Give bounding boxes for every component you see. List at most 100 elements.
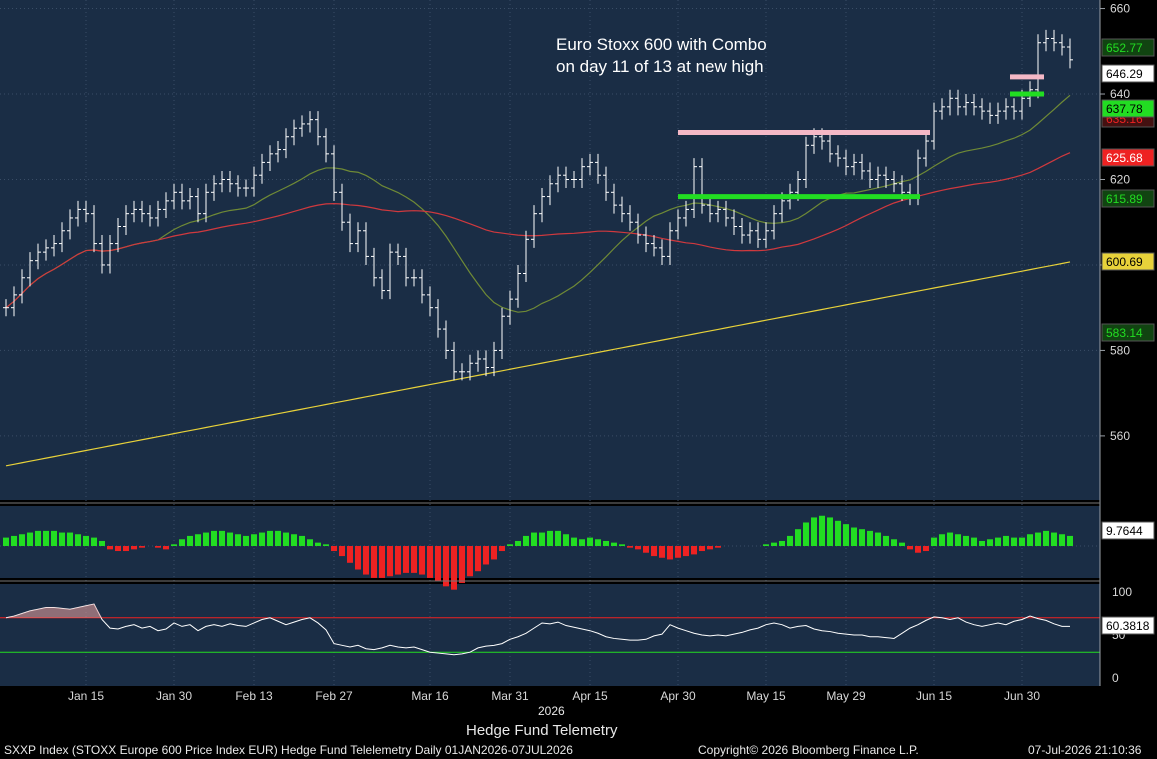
momentum-bar — [1003, 535, 1009, 546]
momentum-bar — [403, 546, 409, 573]
momentum-bar — [931, 537, 937, 546]
momentum-bar — [699, 546, 705, 552]
label-green-high: 652.77 — [1106, 41, 1143, 55]
momentum-bar — [1035, 532, 1041, 546]
momentum-bar — [443, 546, 449, 587]
momentum-bar — [1011, 537, 1017, 546]
momentum-bar — [435, 546, 441, 582]
price-tick-label: 580 — [1110, 343, 1130, 357]
momentum-bar — [467, 546, 473, 577]
momentum-bar — [123, 546, 129, 552]
momentum-bar — [419, 546, 425, 575]
momentum-bar — [515, 540, 521, 546]
momentum-bar — [307, 539, 313, 546]
momentum-bar — [459, 546, 465, 583]
rsi-tick-label: 100 — [1112, 585, 1132, 599]
momentum-bar — [547, 530, 553, 546]
momentum-bar — [827, 517, 833, 546]
momentum-bar — [323, 544, 329, 546]
momentum-bar — [107, 546, 113, 550]
label-rsi-last: 60.3818 — [1106, 619, 1150, 633]
date-tick-label: Mar 16 — [411, 689, 449, 703]
date-tick-label: May 29 — [826, 689, 866, 703]
momentum-bar — [395, 546, 401, 575]
momentum-bar — [347, 546, 353, 563]
momentum-bar — [291, 534, 297, 546]
momentum-bar — [171, 544, 177, 546]
momentum-bar — [635, 546, 641, 550]
date-tick-label: Mar 31 — [491, 689, 529, 703]
rsi-panel-background — [0, 584, 1100, 686]
label-sma-long: 600.69 — [1106, 255, 1143, 269]
date-tick-label: Feb 27 — [315, 689, 353, 703]
rsi-tick-label: 0 — [1112, 671, 1119, 685]
momentum-bar — [563, 534, 569, 546]
price-tick-label: 620 — [1110, 172, 1130, 186]
momentum-bar — [971, 537, 977, 546]
bloomberg-chart: 560580600620640660050100Jan 15Jan 30Feb … — [0, 0, 1155, 703]
chart-title: Euro Stoxx 600 with Combo — [556, 35, 767, 54]
momentum-bar — [1051, 532, 1057, 546]
momentum-bar — [91, 537, 97, 546]
momentum-bar — [315, 542, 321, 546]
momentum-bar — [979, 540, 985, 546]
label-green-support: 615.89 — [1106, 192, 1143, 206]
right-value-labels: 652.77646.29635.16637.78625.68615.89600.… — [1101, 38, 1155, 635]
date-tick-label: Feb 13 — [235, 689, 273, 703]
chart-subtitle: on day 11 of 13 at new high — [556, 57, 764, 76]
year-label: 2026 — [538, 704, 565, 718]
momentum-bar — [475, 546, 481, 572]
momentum-bar — [787, 535, 793, 546]
momentum-bar — [963, 535, 969, 546]
momentum-bar — [619, 544, 625, 546]
momentum-bar — [131, 546, 137, 550]
momentum-bar — [83, 535, 89, 546]
label-momentum-last: 9.7644 — [1106, 524, 1143, 538]
momentum-bar — [251, 534, 257, 546]
momentum-bar — [843, 524, 849, 546]
momentum-bar — [803, 522, 809, 546]
momentum-bar — [195, 534, 201, 546]
momentum-bar — [915, 546, 921, 553]
momentum-bar — [387, 546, 393, 577]
momentum-bar — [763, 544, 769, 546]
momentum-bar — [659, 546, 665, 558]
footer-copyright: Copyright© 2026 Bloomberg Finance L.P. — [698, 743, 919, 757]
momentum-bar — [835, 520, 841, 546]
momentum-bar — [771, 542, 777, 546]
momentum-bar — [507, 544, 513, 546]
momentum-bar — [811, 517, 817, 546]
momentum-bar — [571, 537, 577, 546]
label-last-price: 646.29 — [1106, 67, 1143, 81]
momentum-bar — [899, 542, 905, 546]
momentum-bar — [707, 546, 713, 550]
footer-ticker: SXXP Index (STOXX Europe 600 Price Index… — [4, 743, 573, 757]
momentum-bar — [523, 535, 529, 546]
momentum-bar — [795, 529, 801, 546]
momentum-bar — [43, 530, 49, 546]
date-tick-label: Jun 15 — [916, 689, 952, 703]
momentum-bar — [219, 530, 225, 546]
momentum-bar — [627, 546, 633, 548]
date-tick-label: May 15 — [746, 689, 786, 703]
momentum-bar — [163, 546, 169, 550]
momentum-bar — [11, 535, 17, 546]
momentum-bar — [851, 527, 857, 546]
momentum-bar — [115, 546, 121, 552]
momentum-bar — [715, 546, 721, 548]
momentum-bar — [1067, 535, 1073, 546]
momentum-bar — [947, 532, 953, 546]
momentum-bar — [907, 546, 913, 550]
momentum-bar — [995, 537, 1001, 546]
momentum-bar — [299, 535, 305, 546]
momentum-bar — [531, 532, 537, 546]
momentum-bar — [595, 539, 601, 546]
momentum-bar — [859, 529, 865, 546]
momentum-bar — [923, 546, 929, 552]
momentum-bar — [203, 532, 209, 546]
momentum-bar — [955, 534, 961, 546]
momentum-bar — [611, 542, 617, 546]
label-green-low: 583.14 — [1106, 326, 1143, 340]
date-tick-label: Apr 15 — [572, 689, 608, 703]
price-tick-label: 560 — [1110, 429, 1130, 443]
